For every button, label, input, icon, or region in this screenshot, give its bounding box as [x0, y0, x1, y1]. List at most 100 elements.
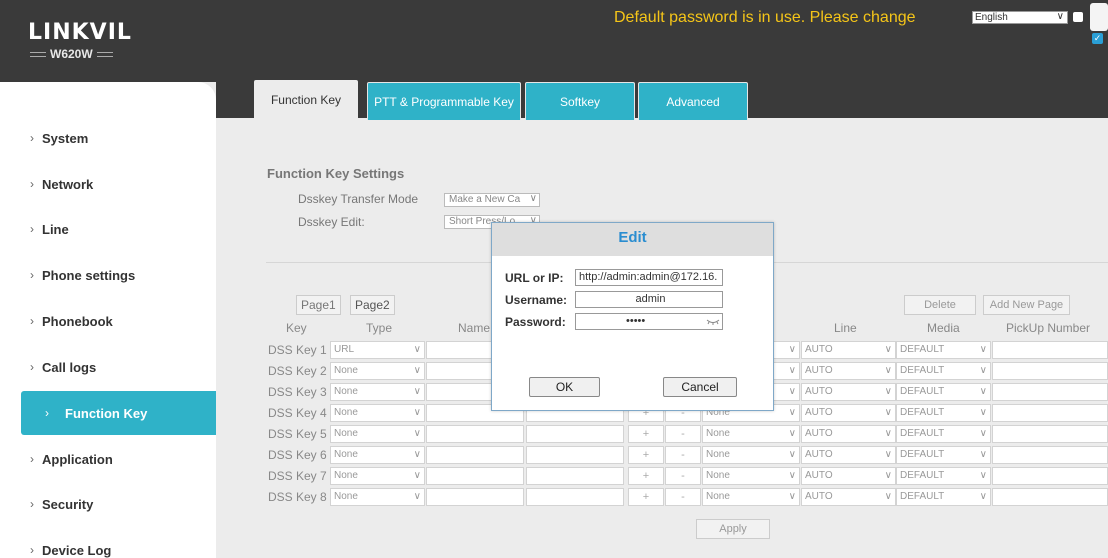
value-input[interactable]	[526, 467, 624, 485]
eye-closed-icon[interactable]	[706, 315, 720, 327]
column-pickup-number: PickUp Number	[1006, 321, 1091, 335]
name-input[interactable]	[426, 446, 524, 464]
line-select[interactable]: AUTO ∨	[801, 341, 896, 359]
chevron-down-icon: ∨	[788, 470, 796, 481]
type-select[interactable]: None ∨	[330, 404, 425, 422]
tab-ptt-programmable-key[interactable]: PTT & Programmable Key	[367, 82, 521, 120]
default-password-warning[interactable]: Default password is in use. Please chang…	[614, 9, 916, 27]
name-input[interactable]	[426, 488, 524, 506]
sidebar-item-network[interactable]: › Network	[0, 162, 216, 206]
tab-label: PTT & Programmable Key	[374, 94, 514, 109]
type-select[interactable]: None ∨	[330, 467, 425, 485]
minus-button[interactable]: -	[665, 467, 701, 485]
chevron-right-icon: ›	[30, 360, 34, 374]
line-select[interactable]: AUTO ∨	[801, 467, 896, 485]
type-select[interactable]: None ∨	[330, 446, 425, 464]
sidebar-item-application[interactable]: › Application	[0, 437, 216, 481]
chevron-down-icon: ∨	[979, 386, 987, 397]
type-select[interactable]: None ∨	[330, 425, 425, 443]
password-input[interactable]: •••••	[575, 313, 723, 330]
name-input[interactable]	[426, 467, 524, 485]
delete-button[interactable]: Delete	[904, 295, 976, 315]
minus-button[interactable]: -	[665, 488, 701, 506]
type-select[interactable]: None ∨	[330, 383, 425, 401]
media-select[interactable]: DEFAULT ∨	[896, 425, 991, 443]
sidebar-item-device-log[interactable]: › Device Log	[0, 528, 216, 558]
plus-button[interactable]: +	[628, 446, 664, 464]
sidebar-item-call-logs[interactable]: › Call logs	[0, 345, 216, 389]
sidebar-item-phone-settings[interactable]: › Phone settings	[0, 253, 216, 297]
url-input[interactable]: http://admin:admin@172.16.	[575, 269, 723, 286]
add-new-page-button[interactable]: Add New Page	[983, 295, 1070, 315]
value-input[interactable]	[526, 488, 624, 506]
line-select[interactable]: AUTO ∨	[801, 404, 896, 422]
transfer-mode-select[interactable]: Make a New Ca ∨	[444, 193, 540, 207]
extension-select[interactable]: None ∨	[702, 446, 800, 464]
select-value: None	[706, 470, 730, 481]
sidebar-item-phonebook[interactable]: › Phonebook	[0, 299, 216, 343]
line-select[interactable]: AUTO ∨	[801, 446, 896, 464]
type-select[interactable]: None ∨	[330, 362, 425, 380]
chevron-down-icon: ∨	[413, 449, 421, 460]
line-select[interactable]: AUTO ∨	[801, 383, 896, 401]
plus-button[interactable]: +	[628, 488, 664, 506]
language-select[interactable]: English ∨	[972, 11, 1068, 24]
chevron-right-icon: ›	[30, 543, 34, 557]
pickup-number-input[interactable]	[992, 488, 1108, 506]
media-select[interactable]: DEFAULT ∨	[896, 467, 991, 485]
line-select[interactable]: AUTO ∨	[801, 488, 896, 506]
cancel-button[interactable]: Cancel	[663, 377, 737, 397]
ok-button[interactable]: OK	[529, 377, 600, 397]
plus-button[interactable]: +	[628, 425, 664, 443]
pickup-number-input[interactable]	[992, 425, 1108, 443]
chevron-down-icon: ∨	[884, 365, 892, 376]
line-select[interactable]: AUTO ∨	[801, 362, 896, 380]
chevron-down-icon: ∨	[788, 365, 796, 376]
value-input[interactable]	[526, 446, 624, 464]
pickup-number-input[interactable]	[992, 341, 1108, 359]
sidebar-item-function-key[interactable]: › Function Key	[21, 391, 216, 435]
minus-button[interactable]: -	[665, 446, 701, 464]
type-select[interactable]: None ∨	[330, 488, 425, 506]
media-select[interactable]: DEFAULT ∨	[896, 341, 991, 359]
media-select[interactable]: DEFAULT ∨	[896, 362, 991, 380]
extension-select[interactable]: None ∨	[702, 467, 800, 485]
pickup-number-input[interactable]	[992, 404, 1108, 422]
header-checkbox[interactable]	[1073, 12, 1083, 22]
sidebar-item-line[interactable]: › Line	[0, 207, 216, 251]
media-select[interactable]: DEFAULT ∨	[896, 383, 991, 401]
media-select[interactable]: DEFAULT ∨	[896, 488, 991, 506]
chevron-right-icon: ›	[30, 452, 34, 466]
chevron-down-icon: ∨	[529, 193, 537, 204]
minus-button[interactable]: -	[665, 425, 701, 443]
page1-button[interactable]: Page1	[296, 295, 341, 315]
media-select[interactable]: DEFAULT ∨	[896, 446, 991, 464]
pickup-number-input[interactable]	[992, 362, 1108, 380]
pickup-number-input[interactable]	[992, 383, 1108, 401]
value-input[interactable]	[526, 425, 624, 443]
extension-select[interactable]: None ∨	[702, 488, 800, 506]
chevron-down-icon: ∨	[884, 470, 892, 481]
sidebar-item-security[interactable]: › Security	[0, 482, 216, 526]
line-select[interactable]: AUTO ∨	[801, 425, 896, 443]
tab-function-key[interactable]: Function Key	[254, 80, 358, 120]
apply-button[interactable]: Apply	[696, 519, 770, 539]
pickup-number-input[interactable]	[992, 467, 1108, 485]
select-value: None	[334, 428, 358, 439]
tab-softkey[interactable]: Softkey	[525, 82, 635, 120]
page2-button[interactable]: Page2	[350, 295, 395, 315]
chevron-down-icon: ∨	[788, 428, 796, 439]
plus-button[interactable]: +	[628, 467, 664, 485]
name-input[interactable]	[426, 425, 524, 443]
select-value: URL	[334, 344, 355, 355]
pickup-number-input[interactable]	[992, 446, 1108, 464]
extension-select[interactable]: None ∨	[702, 425, 800, 443]
tab-advanced[interactable]: Advanced	[638, 82, 748, 120]
sidebar-item-system[interactable]: › System	[0, 116, 216, 160]
media-select[interactable]: DEFAULT ∨	[896, 404, 991, 422]
type-select[interactable]: URL ∨	[330, 341, 425, 359]
username-input[interactable]: admin	[575, 291, 723, 308]
checked-checkbox[interactable]: ✓	[1092, 33, 1103, 44]
chevron-down-icon: ∨	[413, 365, 421, 376]
password-value: •••••	[626, 315, 646, 327]
